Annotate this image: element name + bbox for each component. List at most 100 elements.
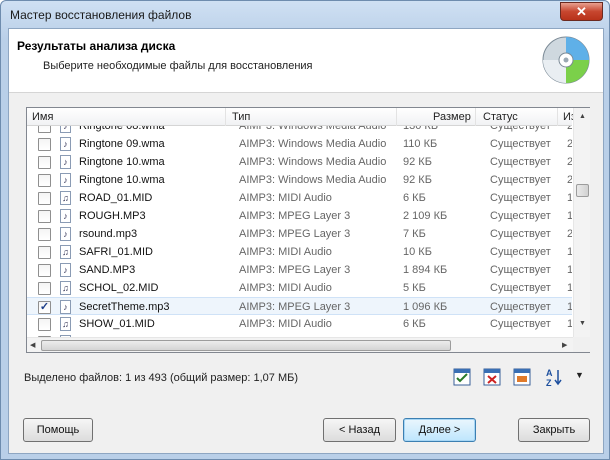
table-row[interactable]: ♪ Ringtone 10.wma AIMP3: Windows Media Aud… xyxy=(27,171,572,189)
row-checkbox[interactable] xyxy=(38,138,51,151)
title-bar[interactable]: Мастер восстановления файлов ✕ xyxy=(1,1,609,28)
table-row[interactable]: ♪ Ringtone 08.wma AIMP3: Windows Media Aud… xyxy=(27,126,572,135)
file-size: 6 КБ xyxy=(403,318,426,330)
wizard-content: Результаты анализа диска Выберите необхо… xyxy=(8,28,604,454)
file-status: Существует xyxy=(490,192,551,204)
wizard-window: Мастер восстановления файлов ✕ Результат… xyxy=(0,0,610,460)
row-checkbox[interactable] xyxy=(38,210,51,223)
file-name: Ringtone 09.wma xyxy=(79,138,165,150)
file-name: ROAD_01.MID xyxy=(79,192,153,204)
row-checkbox[interactable] xyxy=(38,246,51,259)
wizard-header: Результаты анализа диска Выберите необхо… xyxy=(9,29,603,93)
table-row[interactable]: ♫ SAFRI_01.MID AIMP3: MIDI Audio 10 КБ Сущес… xyxy=(27,243,572,261)
horizontal-scroll-thumb[interactable] xyxy=(41,340,451,351)
file-status: Существует xyxy=(490,126,551,132)
window-title: Мастер восстановления файлов xyxy=(10,8,192,22)
table-row[interactable]: ♫ ROAD_01.MID AIMP3: MIDI Audio 6 КБ Существ… xyxy=(27,189,572,207)
page-title: Результаты анализа диска xyxy=(17,39,176,53)
file-status: Существует xyxy=(490,156,551,168)
file-size: 10 КБ xyxy=(403,246,432,258)
sort-icon[interactable]: A Z xyxy=(544,367,564,387)
table-row[interactable]: ♪ rsound.mp3 AIMP3: MPEG Layer 3 7 КБ Сущест… xyxy=(27,225,572,243)
file-modified: 2 xyxy=(567,174,572,186)
table-row[interactable]: ♪ SAND.MP3 AIMP3: MPEG Layer 3 1 894 КБ Суще… xyxy=(27,261,572,279)
file-type: AIMP3: MIDI Audio xyxy=(239,318,332,330)
disc-recovery-icon xyxy=(542,36,590,84)
audio-file-icon: ♪ xyxy=(60,227,71,241)
file-name: Ringtone 08.wma xyxy=(79,126,165,132)
list-header: Имя Тип Размер Статус Изме xyxy=(27,108,590,126)
vertical-scrollbar[interactable]: ▲ ▼ xyxy=(573,108,590,337)
file-size: 6 КБ xyxy=(403,192,426,204)
file-status: Существует xyxy=(490,138,551,150)
column-header-size[interactable]: Размер xyxy=(433,111,471,123)
file-modified: 2 xyxy=(567,126,572,132)
row-checkbox[interactable] xyxy=(38,264,51,277)
next-button[interactable]: Далее > xyxy=(403,418,476,442)
file-type: AIMP3: MPEG Layer 3 xyxy=(239,210,351,222)
file-name: Ringtone 10.wma xyxy=(79,156,165,168)
row-checkbox[interactable] xyxy=(38,228,51,241)
file-modified: 1 xyxy=(567,192,572,204)
file-size: 5 КБ xyxy=(403,282,426,294)
file-type: AIMP3: MIDI Audio xyxy=(239,282,332,294)
row-checkbox[interactable] xyxy=(38,126,51,133)
table-row[interactable]: ✓ ♪ SecretTheme.mp3 AIMP3: MPEG Layer 3 1 09… xyxy=(27,297,572,315)
file-name: SHOW_01.MID xyxy=(79,318,155,330)
midi-file-icon: ♫ xyxy=(60,191,71,205)
file-type: AIMP3: Windows Media Audio xyxy=(239,126,387,132)
table-row[interactable]: ♪ ROUGH.MP3 AIMP3: MPEG Layer 3 2 109 КБ Сущ… xyxy=(27,207,572,225)
close-window-button[interactable]: ✕ xyxy=(560,2,603,21)
scroll-up-icon[interactable]: ▲ xyxy=(579,113,586,120)
file-size: 92 КБ xyxy=(403,156,432,168)
row-checkbox[interactable] xyxy=(38,174,51,187)
scroll-right-icon[interactable]: ▶ xyxy=(562,341,567,349)
file-name: SecretTheme.mp3 xyxy=(79,301,170,313)
table-row[interactable]: ♫ SCHOL_02.MID AIMP3: MIDI Audio 5 КБ Сущест… xyxy=(27,279,572,297)
row-checkbox[interactable] xyxy=(38,156,51,169)
audio-file-icon: ♪ xyxy=(60,155,71,169)
file-modified: 1 xyxy=(567,318,572,330)
help-button[interactable]: Помощь xyxy=(23,418,93,442)
close-button[interactable]: Закрыть xyxy=(518,418,590,442)
audio-file-icon: ♪ xyxy=(60,300,71,314)
file-size: 130 КБ xyxy=(403,126,439,132)
file-status: Существует xyxy=(490,264,551,276)
row-checkbox[interactable]: ✓ xyxy=(38,301,51,314)
invert-selection-icon[interactable] xyxy=(512,367,532,387)
file-status: Существует xyxy=(490,174,551,186)
audio-file-icon: ♪ xyxy=(60,137,71,151)
file-size: 1 096 КБ xyxy=(403,301,448,313)
table-row[interactable]: ♪ Ringtone 09.wma AIMP3: Windows Media Aud… xyxy=(27,135,572,153)
file-modified: 1 xyxy=(567,282,572,294)
file-name: SCHOL_02.MID xyxy=(79,282,159,294)
back-button[interactable]: < Назад xyxy=(323,418,396,442)
sort-dropdown-icon[interactable]: ▼ xyxy=(575,370,584,380)
scroll-down-icon[interactable]: ▼ xyxy=(579,320,586,327)
row-checkbox[interactable] xyxy=(38,192,51,205)
scroll-left-icon[interactable]: ◀ xyxy=(30,341,35,349)
file-list[interactable]: Имя Тип Размер Статус Изме ♪ Ringtone 08.… xyxy=(26,107,590,353)
file-rows: ♪ Ringtone 08.wma AIMP3: Windows Media Aud… xyxy=(27,126,572,338)
check-all-icon[interactable] xyxy=(452,367,472,387)
row-checkbox[interactable] xyxy=(38,282,51,295)
row-checkbox[interactable] xyxy=(38,318,51,331)
table-row[interactable]: ♪ Ringtone 10.wma AIMP3: Windows Media Aud… xyxy=(27,153,572,171)
table-row[interactable]: ♫ SHOW_01.MID AIMP3: MIDI Audio 6 КБ Существ… xyxy=(27,315,572,333)
scroll-corner xyxy=(573,337,590,352)
file-modified: 1 xyxy=(567,264,572,276)
file-name: SAND.MP3 xyxy=(79,264,136,276)
horizontal-scrollbar[interactable]: ◀ ▶ xyxy=(27,337,573,352)
file-status: Существует xyxy=(490,301,551,313)
column-header-type[interactable]: Тип xyxy=(232,111,250,123)
file-name: SAFRI_01.MID xyxy=(79,246,153,258)
midi-file-icon: ♫ xyxy=(60,281,71,295)
column-header-status[interactable]: Статус xyxy=(483,111,518,123)
file-modified: 1 xyxy=(567,301,572,313)
uncheck-all-icon[interactable] xyxy=(482,367,502,387)
file-modified: 2 xyxy=(567,156,572,168)
vertical-scroll-thumb[interactable] xyxy=(576,184,589,197)
file-modified: 2 xyxy=(567,138,572,150)
file-status: Существует xyxy=(490,228,551,240)
column-header-name[interactable]: Имя xyxy=(32,111,53,123)
